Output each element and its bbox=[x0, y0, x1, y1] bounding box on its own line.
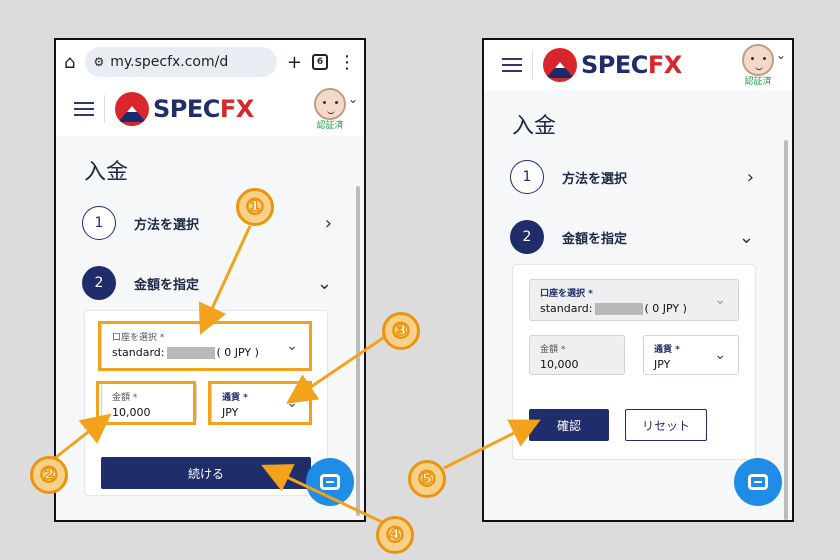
step-number: 2 bbox=[510, 220, 544, 254]
chevron-right-icon: › bbox=[324, 212, 332, 234]
step-label: 金額を指定 bbox=[134, 277, 200, 293]
callout-2: ② bbox=[30, 456, 68, 494]
user-menu[interactable]: 認証済 ⌄ bbox=[314, 87, 358, 131]
step-label: 方法を選択 bbox=[134, 217, 200, 233]
highlight-currency-select bbox=[208, 381, 312, 425]
callout-3: ③ bbox=[382, 312, 420, 350]
menu-icon[interactable] bbox=[74, 102, 94, 116]
chevron-down-icon: ⌄ bbox=[775, 47, 786, 62]
callout-5: ⑤ bbox=[408, 460, 446, 498]
logo-text: SPECFX bbox=[153, 95, 254, 123]
scrollbar[interactable] bbox=[784, 140, 788, 520]
chevron-down-icon: ⌄ bbox=[738, 226, 754, 248]
step-number: 1 bbox=[510, 160, 544, 194]
deposit-form: 口座を選択 * standard: ( 0 JPY ) ⌄ 金額 * 10,000… bbox=[512, 264, 756, 460]
header-divider bbox=[104, 95, 105, 123]
step-number: 2 bbox=[82, 266, 116, 300]
step-number: 1 bbox=[82, 206, 116, 240]
currency-select[interactable]: 通貨 * JPY ⌄ bbox=[643, 335, 739, 375]
phone-screen-right: SPECFX 認証済 ⌄ 入金 1 方法を選択 › 2 金額を指定 ⌄ 口座を選… bbox=[482, 38, 794, 522]
amount-value: 10,000 bbox=[540, 358, 579, 371]
callout-4: ④ bbox=[376, 516, 414, 554]
tab-count-icon[interactable]: 6 bbox=[312, 54, 328, 70]
logo-mountain-icon bbox=[115, 92, 149, 126]
logo-text: SPECFX bbox=[581, 51, 682, 79]
chat-icon bbox=[320, 474, 340, 490]
highlight-account-select bbox=[98, 321, 312, 371]
more-menu-icon[interactable]: ⋮ bbox=[338, 52, 356, 73]
phone-screen-left: ⌂ ⚙ my.specfx.com/d + 6 ⋮ SPECFX 認証済 ⌄ 入… bbox=[54, 38, 366, 522]
amount-field: 金額 * 10,000 bbox=[529, 335, 625, 375]
chat-support-button[interactable] bbox=[306, 458, 354, 506]
step-label: 方法を選択 bbox=[562, 171, 628, 187]
step-specify-amount[interactable]: 2 金額を指定 ⌄ bbox=[82, 266, 332, 300]
account-label: 口座を選択 * bbox=[540, 289, 593, 299]
chat-support-button[interactable] bbox=[734, 458, 782, 506]
chevron-down-icon: ⌄ bbox=[714, 347, 726, 363]
deposit-content: 入金 1 方法を選択 › 2 金額を指定 ⌄ 口座を選択 * standard:… bbox=[484, 90, 792, 520]
site-settings-icon[interactable]: ⚙ bbox=[93, 55, 104, 69]
logo-mountain-icon bbox=[543, 48, 577, 82]
step-specify-amount[interactable]: 2 金額を指定 ⌄ bbox=[510, 220, 754, 254]
callout-1: ① bbox=[236, 188, 274, 226]
account-select: 口座を選択 * standard: ( 0 JPY ) ⌄ bbox=[529, 279, 739, 321]
step-label: 金額を指定 bbox=[562, 231, 628, 247]
account-prefix: standard: bbox=[540, 302, 593, 315]
site-header: SPECFX 認証済 ⌄ bbox=[484, 40, 792, 90]
amount-label: 金額 * bbox=[540, 345, 566, 355]
page-title: 入金 bbox=[512, 114, 557, 139]
home-icon[interactable]: ⌂ bbox=[64, 52, 75, 73]
url-bar[interactable]: ⚙ my.specfx.com/d bbox=[85, 47, 277, 77]
account-balance: ( 0 JPY ) bbox=[644, 302, 687, 315]
user-menu[interactable]: 認証済 ⌄ bbox=[742, 43, 786, 87]
chat-icon bbox=[748, 474, 768, 490]
specfx-logo[interactable]: SPECFX bbox=[543, 48, 682, 82]
menu-icon[interactable] bbox=[502, 58, 522, 72]
confirm-button[interactable]: 確認 bbox=[529, 409, 609, 441]
header-divider bbox=[532, 51, 533, 79]
site-header: SPECFX 認証済 ⌄ bbox=[56, 84, 364, 134]
chevron-right-icon: › bbox=[746, 166, 754, 188]
avatar bbox=[742, 43, 774, 76]
step-select-method[interactable]: 1 方法を選択 › bbox=[510, 160, 754, 194]
new-tab-icon[interactable]: + bbox=[287, 52, 302, 73]
url-text: my.specfx.com/d bbox=[110, 54, 229, 70]
chevron-down-icon: ⌄ bbox=[714, 292, 726, 308]
step-select-method[interactable]: 1 方法を選択 › bbox=[82, 206, 332, 240]
page-title: 入金 bbox=[84, 160, 129, 185]
continue-button[interactable]: 続ける bbox=[101, 457, 311, 489]
avatar bbox=[314, 87, 346, 120]
chevron-down-icon: ⌄ bbox=[347, 91, 358, 106]
specfx-logo[interactable]: SPECFX bbox=[115, 92, 254, 126]
reset-button[interactable]: リセット bbox=[625, 409, 707, 441]
highlight-amount-field bbox=[96, 381, 196, 425]
masked-account-number bbox=[594, 302, 643, 315]
scrollbar[interactable] bbox=[356, 186, 360, 516]
chevron-down-icon: ⌄ bbox=[316, 272, 332, 294]
browser-toolbar: ⌂ ⚙ my.specfx.com/d + 6 ⋮ bbox=[56, 40, 364, 84]
